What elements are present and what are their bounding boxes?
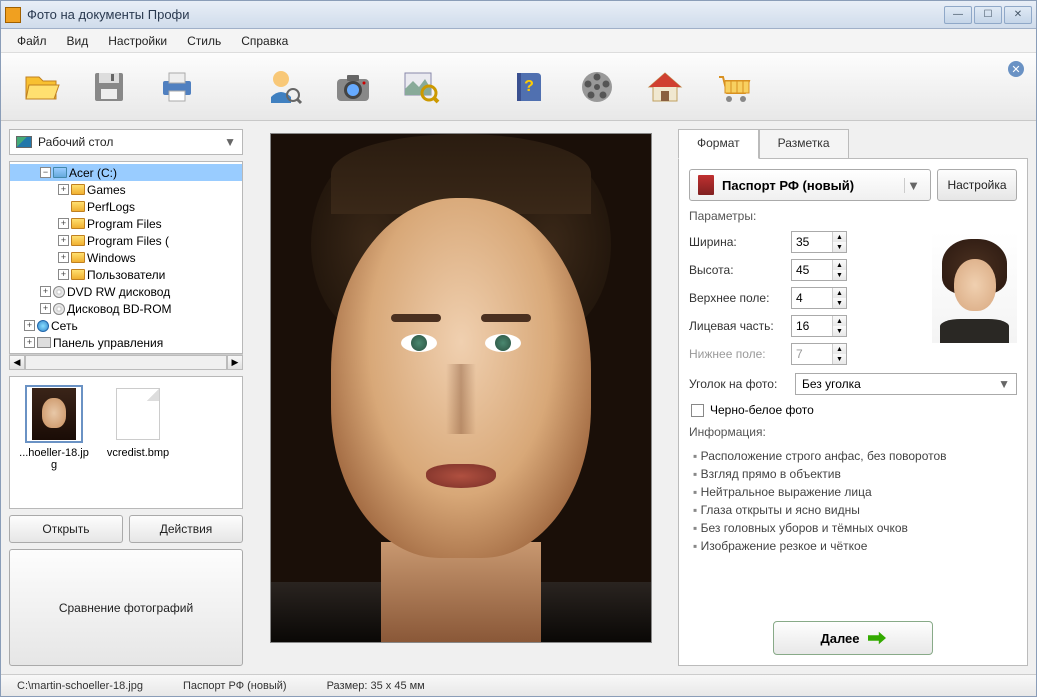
menu-view[interactable]: Вид	[59, 31, 97, 51]
settings-button[interactable]: Настройка	[937, 169, 1017, 201]
format-dropdown[interactable]: Паспорт РФ (новый) ▼	[689, 169, 931, 201]
tree-item-network[interactable]: +Сеть	[10, 317, 242, 334]
location-bar[interactable]: Рабочий стол ▼	[9, 129, 243, 155]
save-icon[interactable]	[85, 63, 133, 111]
camera-icon[interactable]	[329, 63, 377, 111]
menu-help[interactable]: Справка	[233, 31, 296, 51]
toolbar: ? ✕	[1, 53, 1036, 121]
close-round-icon[interactable]: ✕	[1008, 61, 1024, 77]
tree-hscroll[interactable]: ◀▶	[9, 354, 243, 370]
titlebar: Фото на документы Профи — ☐ ✕	[1, 1, 1036, 29]
corner-dropdown[interactable]: Без уголка ▼	[795, 373, 1017, 395]
height-spinner[interactable]: ▲▼	[791, 259, 847, 281]
status-path: C:\martin-schoeller-18.jpg	[9, 680, 151, 692]
bottom-margin-spinner: ▲▼	[791, 343, 847, 365]
maximize-button[interactable]: ☐	[974, 6, 1002, 24]
left-panel: Рабочий стол ▼ −Acer (C:) +Games PerfLog…	[9, 129, 243, 666]
sample-photo	[932, 231, 1017, 343]
info-title: Информация:	[689, 425, 1017, 439]
status-size: Размер: 35 x 45 мм	[319, 680, 433, 692]
width-spinner[interactable]: ▲▼	[791, 231, 847, 253]
bw-label: Черно-белое фото	[710, 403, 814, 417]
tab-format[interactable]: Формат	[678, 129, 759, 159]
statusbar: C:\martin-schoeller-18.jpg Паспорт РФ (н…	[1, 674, 1036, 696]
tree-item-bd[interactable]: +Дисковод BD-ROM	[10, 300, 242, 317]
open-folder-icon[interactable]	[17, 63, 65, 111]
print-icon[interactable]	[153, 63, 201, 111]
info-list: Расположение строго анфас, без поворотов…	[689, 447, 1017, 555]
params-title: Параметры:	[689, 209, 1017, 223]
chevron-down-icon: ▼	[904, 178, 922, 193]
film-reel-icon[interactable]	[573, 63, 621, 111]
person-search-icon[interactable]	[261, 63, 309, 111]
open-button[interactable]: Открыть	[9, 515, 123, 543]
status-format: Паспорт РФ (новый)	[175, 680, 295, 692]
right-panel: Формат Разметка Паспорт РФ (новый) ▼ Нас…	[678, 129, 1028, 666]
main-photo[interactable]	[270, 133, 652, 643]
arrow-right-icon	[868, 631, 886, 645]
tab-markup[interactable]: Разметка	[759, 129, 849, 159]
chevron-down-icon: ▼	[998, 377, 1010, 391]
menu-style[interactable]: Стиль	[179, 31, 229, 51]
thumb-file1[interactable]: ...hoeller-18.jpg	[18, 385, 90, 471]
photo-search-icon[interactable]	[397, 63, 445, 111]
next-button[interactable]: Далее	[773, 621, 933, 655]
window-title: Фото на документы Профи	[27, 7, 944, 22]
photo-preview	[251, 129, 670, 666]
location-text: Рабочий стол	[38, 135, 218, 149]
home-icon[interactable]	[641, 63, 689, 111]
face-part-spinner[interactable]: ▲▼	[791, 315, 847, 337]
tree-item-program-files-x[interactable]: +Program Files (	[10, 232, 242, 249]
bw-checkbox[interactable]	[691, 404, 704, 417]
top-margin-spinner[interactable]: ▲▼	[791, 287, 847, 309]
thumb-file2[interactable]: vcredist.bmp	[102, 385, 174, 459]
app-window: Фото на документы Профи — ☐ ✕ Файл Вид Н…	[0, 0, 1037, 697]
passport-icon	[698, 175, 714, 195]
tree-item-control-panel[interactable]: +Панель управления	[10, 334, 242, 351]
tree-item-windows[interactable]: +Windows	[10, 249, 242, 266]
tree-item-perflogs[interactable]: PerfLogs	[10, 198, 242, 215]
tree-item-dvd[interactable]: +DVD RW дисковод	[10, 283, 242, 300]
menubar: Файл Вид Настройки Стиль Справка	[1, 29, 1036, 53]
tree-item-program-files[interactable]: +Program Files	[10, 215, 242, 232]
help-book-icon[interactable]: ?	[505, 63, 553, 111]
cart-icon[interactable]	[709, 63, 757, 111]
minimize-button[interactable]: —	[944, 6, 972, 24]
svg-text:?: ?	[524, 78, 534, 95]
desktop-icon	[16, 136, 32, 148]
file-tree[interactable]: −Acer (C:) +Games PerfLogs +Program File…	[9, 161, 243, 370]
app-icon	[5, 7, 21, 23]
chevron-down-icon[interactable]: ▼	[224, 135, 236, 149]
tree-item-acer[interactable]: −Acer (C:)	[10, 164, 242, 181]
menu-file[interactable]: Файл	[9, 31, 55, 51]
thumbnails: ...hoeller-18.jpg vcredist.bmp	[9, 376, 243, 509]
tree-item-games[interactable]: +Games	[10, 181, 242, 198]
menu-settings[interactable]: Настройки	[100, 31, 175, 51]
close-button[interactable]: ✕	[1004, 6, 1032, 24]
actions-button[interactable]: Действия	[129, 515, 243, 543]
tree-item-users[interactable]: +Пользователи	[10, 266, 242, 283]
compare-button[interactable]: Сравнение фотографий	[9, 549, 243, 666]
